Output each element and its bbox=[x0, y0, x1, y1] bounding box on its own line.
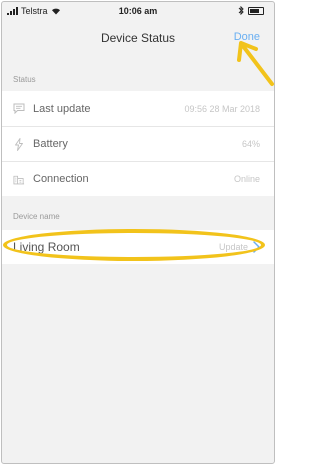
status-time: 10:06 am bbox=[118, 6, 158, 16]
status-list: Last update 09:56 28 Mar 2018 Battery 64… bbox=[2, 91, 274, 196]
battery-status-icon bbox=[248, 6, 264, 15]
device-name-section-header: Device name bbox=[13, 212, 60, 221]
device-name-list: Living Room Update bbox=[2, 230, 274, 264]
navigation-bar: Device Status Done bbox=[2, 24, 274, 54]
status-row-battery: Battery 64% bbox=[2, 126, 274, 161]
chevron-right-icon bbox=[253, 241, 260, 253]
connection-label: Connection bbox=[33, 173, 89, 185]
connection-value: Online bbox=[233, 174, 260, 184]
last-update-value: 09:56 28 Mar 2018 bbox=[184, 103, 260, 114]
device-name-row[interactable]: Living Room Update bbox=[2, 230, 274, 264]
status-row-connection: Connection Online bbox=[2, 161, 274, 196]
update-device-name-button[interactable]: Update bbox=[219, 241, 260, 253]
status-right bbox=[238, 6, 264, 15]
status-section-header: Status bbox=[13, 75, 36, 84]
done-button[interactable]: Done bbox=[234, 31, 260, 43]
phone-screen: Telstra 10:06 am Device Status Done Stat… bbox=[1, 1, 275, 464]
update-label: Update bbox=[218, 242, 248, 252]
battery-label: Battery bbox=[33, 138, 68, 150]
battery-value: 64% bbox=[241, 139, 260, 149]
status-bar: Telstra 10:06 am bbox=[2, 2, 274, 22]
building-icon bbox=[13, 173, 25, 185]
bolt-icon bbox=[13, 137, 25, 151]
last-update-label: Last update bbox=[33, 102, 91, 115]
bluetooth-icon bbox=[238, 6, 244, 15]
status-row-last-update: Last update 09:56 28 Mar 2018 bbox=[2, 91, 274, 126]
message-icon bbox=[13, 103, 25, 115]
device-name-value: Living Room bbox=[13, 240, 80, 254]
